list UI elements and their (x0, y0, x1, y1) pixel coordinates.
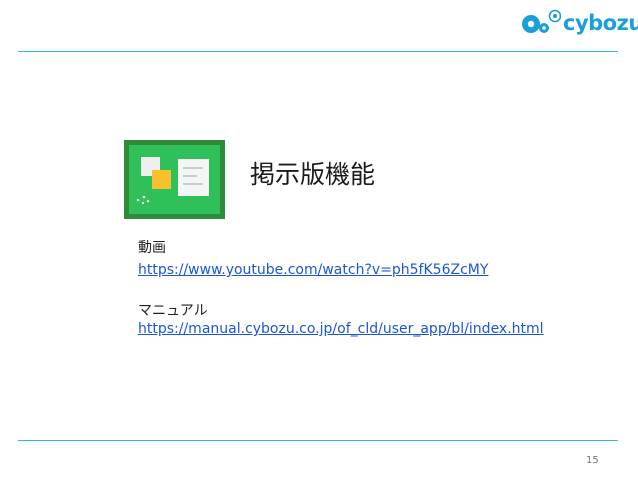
bottom-divider (18, 440, 618, 441)
logo-text: cybozu (563, 11, 638, 35)
slide-title: 掲示版機能 (250, 160, 376, 189)
manual-label: マニュアル (138, 303, 208, 319)
cybozu-logo-icon (522, 9, 561, 33)
cybozu-logo: cybozu (519, 8, 638, 38)
manual-link[interactable]: https://manual.cybozu.co.jp/of_cld/user_… (138, 321, 544, 337)
video-label: 動画 (138, 240, 166, 256)
page-number: 15 (586, 455, 599, 466)
video-link[interactable]: https://www.youtube.com/watch?v=ph5fK56Z… (138, 262, 488, 278)
slide: cybozu 掲示版機能 動画 https://www.youtube.com/… (0, 0, 638, 479)
top-divider (18, 51, 618, 52)
bulletin-board-icon (124, 140, 225, 219)
